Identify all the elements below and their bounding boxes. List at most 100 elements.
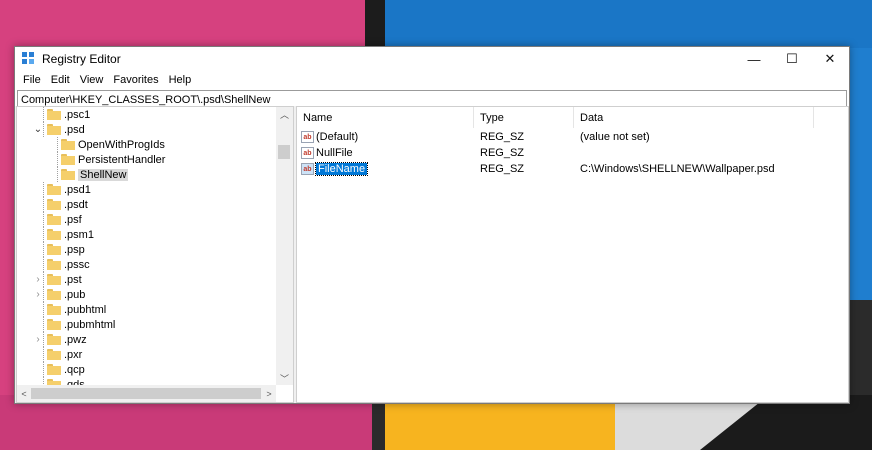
tree-item-label: .psd: [64, 123, 85, 136]
tree-item[interactable]: .qcp: [17, 362, 276, 377]
tree-item[interactable]: .pubmhtml: [17, 317, 276, 332]
folder-icon: [47, 229, 61, 240]
folder-icon: [47, 334, 61, 345]
tree-item-label: .psp: [64, 243, 85, 256]
tree-connector: [43, 212, 44, 227]
tree-item[interactable]: › .pst: [17, 272, 276, 287]
maximize-button[interactable]: ☐: [773, 47, 811, 71]
column-type[interactable]: Type: [474, 107, 574, 128]
tree-item[interactable]: .pubhtml: [17, 302, 276, 317]
tree-item[interactable]: .psm1: [17, 227, 276, 242]
key-tree-pane: .psc1 ⌄ .psd OpenWithProgIds PersistentHandl…: [16, 106, 294, 403]
folder-icon: [47, 124, 61, 135]
scroll-left-icon[interactable]: <: [17, 385, 31, 402]
wallpaper-blue-top: [385, 0, 872, 48]
value-data: C:\Windows\SHELLNEW\Wallpaper.psd: [580, 163, 775, 175]
tree-item[interactable]: › .pwz: [17, 332, 276, 347]
tree-item[interactable]: .pxr: [17, 347, 276, 362]
tree-item-label: PersistentHandler: [78, 153, 166, 166]
tree-connector: [43, 317, 44, 332]
scroll-down-icon[interactable]: ﹀: [276, 371, 293, 385]
menu-view[interactable]: View: [75, 74, 109, 86]
tree-connector: [43, 377, 44, 385]
tree-item[interactable]: › .pub: [17, 287, 276, 302]
tree-item-label: .pst: [64, 273, 82, 286]
folder-icon: [47, 274, 61, 285]
tree-item[interactable]: .qds: [17, 377, 276, 385]
values-header: Name Type Data: [297, 107, 848, 129]
folder-icon: [47, 319, 61, 330]
tree-item[interactable]: PersistentHandler: [17, 152, 276, 167]
tree-item-label: .pubhtml: [64, 303, 107, 316]
registry-editor-window: Registry Editor — ☐ ✕ File Edit View Fav…: [14, 46, 850, 404]
tree-item[interactable]: .psd1: [17, 182, 276, 197]
scroll-right-icon[interactable]: >: [262, 385, 276, 402]
folder-icon: [47, 289, 61, 300]
tree-item-label: OpenWithProgIds: [78, 138, 165, 151]
panes: .psc1 ⌄ .psd OpenWithProgIds PersistentHandl…: [15, 106, 849, 403]
value-row[interactable]: ab FileName REG_SZ C:\Windows\SHELLNEW\Wall…: [297, 161, 848, 177]
value-row[interactable]: ab (Default) REG_SZ (value not set): [297, 129, 848, 145]
menu-edit[interactable]: Edit: [46, 74, 75, 86]
tree-connector: [43, 257, 44, 272]
tree-item-label: .psdt: [64, 198, 88, 211]
key-tree: .psc1 ⌄ .psd OpenWithProgIds PersistentHandl…: [17, 107, 276, 385]
expand-chevron-right-icon[interactable]: ›: [33, 332, 43, 347]
tree-item[interactable]: OpenWithProgIds: [17, 137, 276, 152]
value-name-cell: ab NullFile: [297, 147, 474, 159]
minimize-button[interactable]: —: [735, 47, 773, 71]
tree-connector: [43, 302, 44, 317]
tree-connector: [43, 362, 44, 377]
value-row[interactable]: ab NullFile REG_SZ: [297, 145, 848, 161]
title-bar[interactable]: Registry Editor — ☐ ✕: [15, 47, 849, 71]
tree-item-label: .psm1: [64, 228, 94, 241]
string-value-icon: ab: [301, 163, 314, 175]
value-name: (Default): [316, 131, 359, 143]
tree-horizontal-scrollbar[interactable]: < >: [17, 385, 276, 402]
folder-icon: [47, 109, 61, 120]
menu-file[interactable]: File: [18, 74, 46, 86]
tree-item-label: .qcp: [64, 363, 85, 376]
tree-connector: [43, 227, 44, 242]
tree-item-label: .pub: [64, 288, 86, 301]
expand-chevron-down-icon[interactable]: ⌄: [33, 122, 43, 137]
tree-item[interactable]: .pssc: [17, 257, 276, 272]
tree-item[interactable]: .psp: [17, 242, 276, 257]
value-name: NullFile: [316, 147, 353, 159]
close-button[interactable]: ✕: [811, 47, 849, 71]
folder-icon: [47, 199, 61, 210]
value-name: FileName: [314, 162, 369, 176]
tree-connector: [43, 287, 44, 302]
tree-connector: [43, 332, 44, 347]
column-data[interactable]: Data: [574, 107, 814, 128]
expand-chevron-right-icon[interactable]: ›: [33, 287, 43, 302]
scroll-up-icon[interactable]: ︿: [276, 107, 293, 121]
value-name-cell: ab (Default): [297, 131, 474, 143]
tree-scroll-thumb[interactable]: [278, 145, 290, 159]
tree-item-label: .psc1: [64, 108, 91, 121]
tree-item[interactable]: ShellNew: [17, 167, 276, 182]
value-data: (value not set): [580, 131, 650, 143]
column-name[interactable]: Name: [297, 107, 474, 128]
menu-favorites[interactable]: Favorites: [108, 74, 163, 86]
string-value-icon: ab: [301, 147, 314, 159]
menu-help[interactable]: Help: [164, 74, 197, 86]
tree-connector: [43, 107, 44, 122]
tree-item[interactable]: .psdt: [17, 197, 276, 212]
folder-icon: [47, 259, 61, 270]
tree-item[interactable]: .psf: [17, 212, 276, 227]
folder-icon: [47, 349, 61, 360]
tree-item[interactable]: .psc1: [17, 107, 276, 122]
tree-connector: [43, 347, 44, 362]
tree-hscroll-thumb[interactable]: [31, 388, 261, 399]
tree-item[interactable]: ⌄ .psd: [17, 122, 276, 137]
expand-chevron-right-icon[interactable]: ›: [33, 272, 43, 287]
tree-vertical-scrollbar[interactable]: ︿ ﹀: [276, 107, 293, 385]
